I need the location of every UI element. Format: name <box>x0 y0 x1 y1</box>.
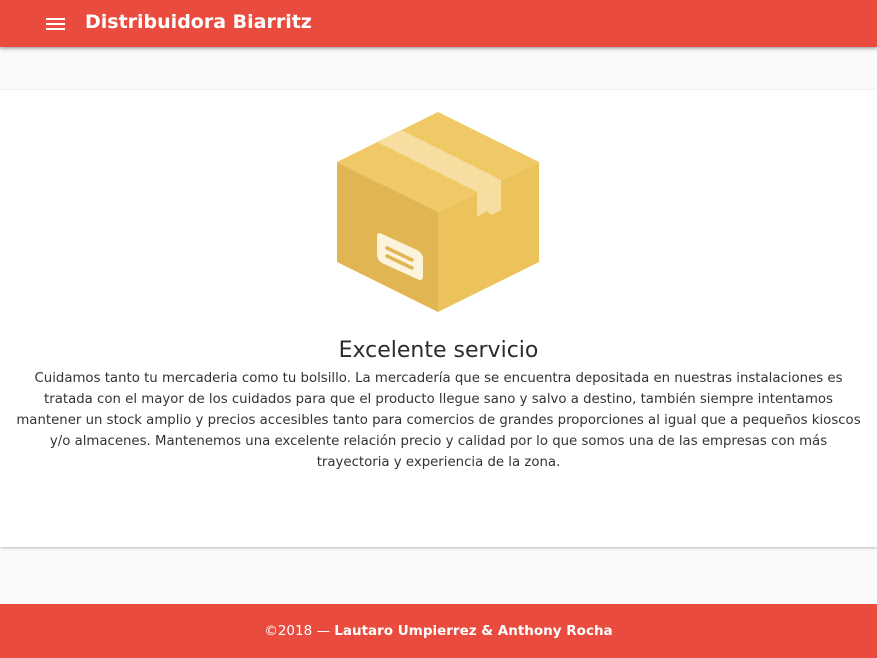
footer-text: ©2018 — Lautaro Umpierrez & Anthony Roch… <box>0 621 877 641</box>
card-title: Excelente servicio <box>338 338 539 363</box>
menu-icon <box>46 18 65 30</box>
copyright-text: ©2018 — <box>264 623 335 639</box>
app-title: Distribuidora Biarritz <box>85 11 312 33</box>
card-description: Cuidamos tanto tu mercaderia como tu bol… <box>16 371 861 470</box>
app-bar: Distribuidora Biarritz <box>0 0 877 47</box>
package-box-icon <box>337 112 539 312</box>
menu-button[interactable] <box>40 9 70 39</box>
footer: ©2018 — Lautaro Umpierrez & Anthony Roch… <box>0 604 877 658</box>
service-card: Excelente servicio Cuidamos tanto tu mer… <box>0 90 877 547</box>
authors-text: Lautaro Umpierrez & Anthony Rocha <box>334 623 613 639</box>
